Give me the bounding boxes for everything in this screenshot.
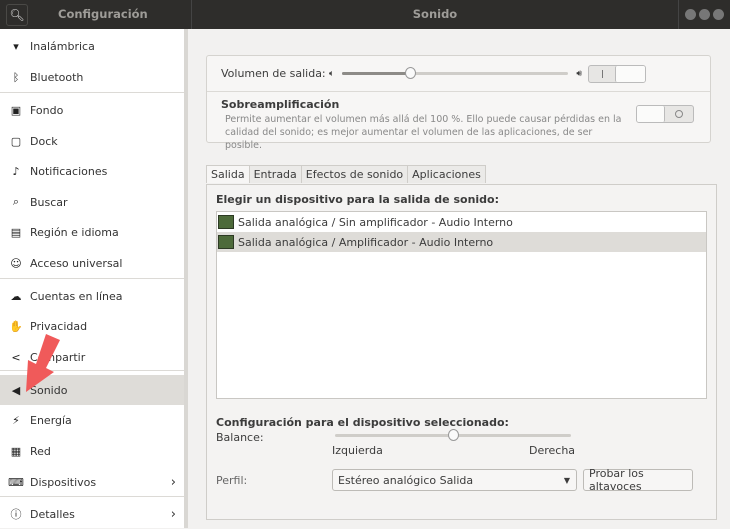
speaker-high-icon: 🔊︎ <box>576 68 583 79</box>
search-icon: ⌕ <box>12 195 20 208</box>
overamplification-description: Permite aumentar el volumen más allá del… <box>225 114 622 151</box>
minimize-button[interactable] <box>685 9 696 20</box>
sidebar-item-dispositivos[interactable]: ⌨ Dispositivos › <box>0 467 184 497</box>
privacy-hand-icon: ✋ <box>9 319 23 333</box>
sidebar-item-energía[interactable]: ⚡ Energía <box>0 405 184 435</box>
sidebar-item-label: Región e idioma <box>30 225 119 239</box>
sidebar-item-label: Privacidad <box>30 319 88 333</box>
online-accounts-icon: ☁ <box>10 289 22 303</box>
output-volume-label: Volumen de salida: <box>221 67 326 80</box>
region-icon: ▤ <box>10 225 22 239</box>
chevron-right-icon: › <box>170 474 176 490</box>
sidebar-item-label: Acceso universal <box>30 256 123 270</box>
dropdown-arrow-icon: ▼ <box>563 475 570 485</box>
red-arrow-annotation <box>26 334 60 392</box>
tab-aplicaciones[interactable]: Aplicaciones <box>407 165 486 183</box>
balance-left-label: Izquierda <box>332 444 383 457</box>
sidebar-item-label: Dispositivos <box>30 475 97 489</box>
background-icon: ▣ <box>10 103 22 117</box>
sidebar-item-label: Notificaciones <box>30 164 108 178</box>
sidebar-item-label: Red <box>30 444 51 458</box>
test-speakers-button[interactable]: Probar los altavoces <box>583 467 693 493</box>
maximize-button[interactable] <box>699 9 710 20</box>
sidebar-item-dock[interactable]: ▢ Dock <box>0 126 184 156</box>
sidebar-item-label: Energía <box>30 413 72 427</box>
network-icon: ▦ <box>10 444 22 458</box>
balance-right-label: Derecha <box>529 444 576 457</box>
balance-slider[interactable] <box>335 429 571 441</box>
profile-label: Perfil: <box>216 474 248 487</box>
volume-panel: Volumen de salida: 🔈︎ 🔊︎ Sobreamplificac… <box>206 55 711 151</box>
divider <box>0 278 184 279</box>
balance-label: Balance: <box>216 431 264 444</box>
sidebar-item-inalámbrica[interactable]: ▾ Inalámbrica <box>0 31 184 61</box>
output-device-list: Salida analógica / Sin amplificador - Au… <box>216 211 707 399</box>
close-button[interactable] <box>713 9 724 20</box>
sidebar-item-fondo[interactable]: ▣ Fondo <box>0 95 184 125</box>
sidebar-item-label: Fondo <box>30 103 64 117</box>
search-button[interactable]: 🔍︎ <box>6 3 28 26</box>
sidebar-item-label: Bluetooth <box>30 70 84 84</box>
sidebar-item-label: Detalles <box>30 507 75 521</box>
overamplification-switch[interactable] <box>636 105 694 123</box>
titlebar: 🔍︎ Configuración Sonido <box>0 0 730 29</box>
search-icon: 🔍︎ <box>9 7 25 22</box>
audio-device-icon <box>218 235 234 249</box>
dock-icon: ▢ <box>10 134 22 148</box>
tab-entrada[interactable]: Entrada <box>248 165 302 183</box>
sidebar-item-buscar[interactable]: ⌕ Buscar <box>0 187 184 217</box>
output-tab-content: Elegir un dispositivo para la salida de … <box>206 184 717 520</box>
wifi-icon: ▾ <box>13 39 19 53</box>
sidebar-item-cuentas-en-línea[interactable]: ☁ Cuentas en línea <box>0 281 184 311</box>
power-icon: ⚡ <box>12 413 20 427</box>
tab-efectos-de-sonido[interactable]: Efectos de sonido <box>300 165 409 183</box>
sidebar: ▾ Inalámbrica ᛒ Bluetooth ▣ Fondo ▢ Dock ♪ Notifi… <box>0 29 188 528</box>
device-label: Salida analógica / Sin amplificador - Au… <box>238 215 513 229</box>
sidebar-item-acceso-universal[interactable]: ☺ Acceso universal <box>0 248 184 278</box>
sidebar-item-label: Cuentas en línea <box>30 289 123 303</box>
chevron-right-icon: › <box>170 506 176 522</box>
overamplification-title: Sobreamplificación <box>221 98 340 111</box>
accessibility-icon: ☺ <box>10 256 22 270</box>
divider <box>0 92 184 93</box>
sidebar-item-red[interactable]: ▦ Red <box>0 436 184 466</box>
device-config-heading: Configuración para el dispositivo selecc… <box>216 416 509 429</box>
app-title: Configuración <box>28 0 192 29</box>
output-volume-slider[interactable] <box>342 67 569 79</box>
output-device-item[interactable]: Salida analógica / Sin amplificador - Au… <box>217 212 706 232</box>
profile-value: Estéreo analógico Salida <box>338 473 474 487</box>
sidebar-item-notificaciones[interactable]: ♪ Notificaciones <box>0 156 184 186</box>
devices-icon: ⌨ <box>8 475 24 489</box>
page-title: Sonido <box>192 0 679 29</box>
device-label: Salida analógica / Amplificador - Audio … <box>238 235 494 249</box>
details-icon: ⓘ <box>10 508 22 521</box>
sidebar-item-región-e-idioma[interactable]: ▤ Región e idioma <box>0 217 184 247</box>
bluetooth-icon: ᛒ <box>12 70 20 84</box>
sidebar-item-detalles[interactable]: ⓘ Detalles › <box>0 499 184 529</box>
mute-switch[interactable] <box>588 64 647 83</box>
test-speakers-label: Probar los altavoces <box>589 467 644 493</box>
profile-dropdown[interactable]: Estéreo analógico Salida ▼ <box>332 469 577 491</box>
bell-icon: ♪ <box>12 164 20 178</box>
speaker-low-icon: 🔈︎ <box>329 68 335 79</box>
sidebar-item-bluetooth[interactable]: ᛒ Bluetooth <box>0 62 184 92</box>
sidebar-item-label: Buscar <box>30 195 68 209</box>
output-device-item[interactable]: Salida analógica / Amplificador - Audio … <box>217 232 706 252</box>
audio-device-icon <box>218 215 234 229</box>
tab-salida[interactable]: Salida <box>206 165 250 183</box>
sidebar-item-label: Inalámbrica <box>30 39 95 53</box>
sidebar-item-label: Dock <box>30 134 58 148</box>
sound-panel: Volumen de salida: 🔈︎ 🔊︎ Sobreamplificac… <box>192 29 730 528</box>
divider <box>0 496 184 497</box>
output-heading: Elegir un dispositivo para la salida de … <box>216 193 499 206</box>
tab-bar: Salida Entrada Efectos de sonido Aplicacion… <box>206 165 486 183</box>
